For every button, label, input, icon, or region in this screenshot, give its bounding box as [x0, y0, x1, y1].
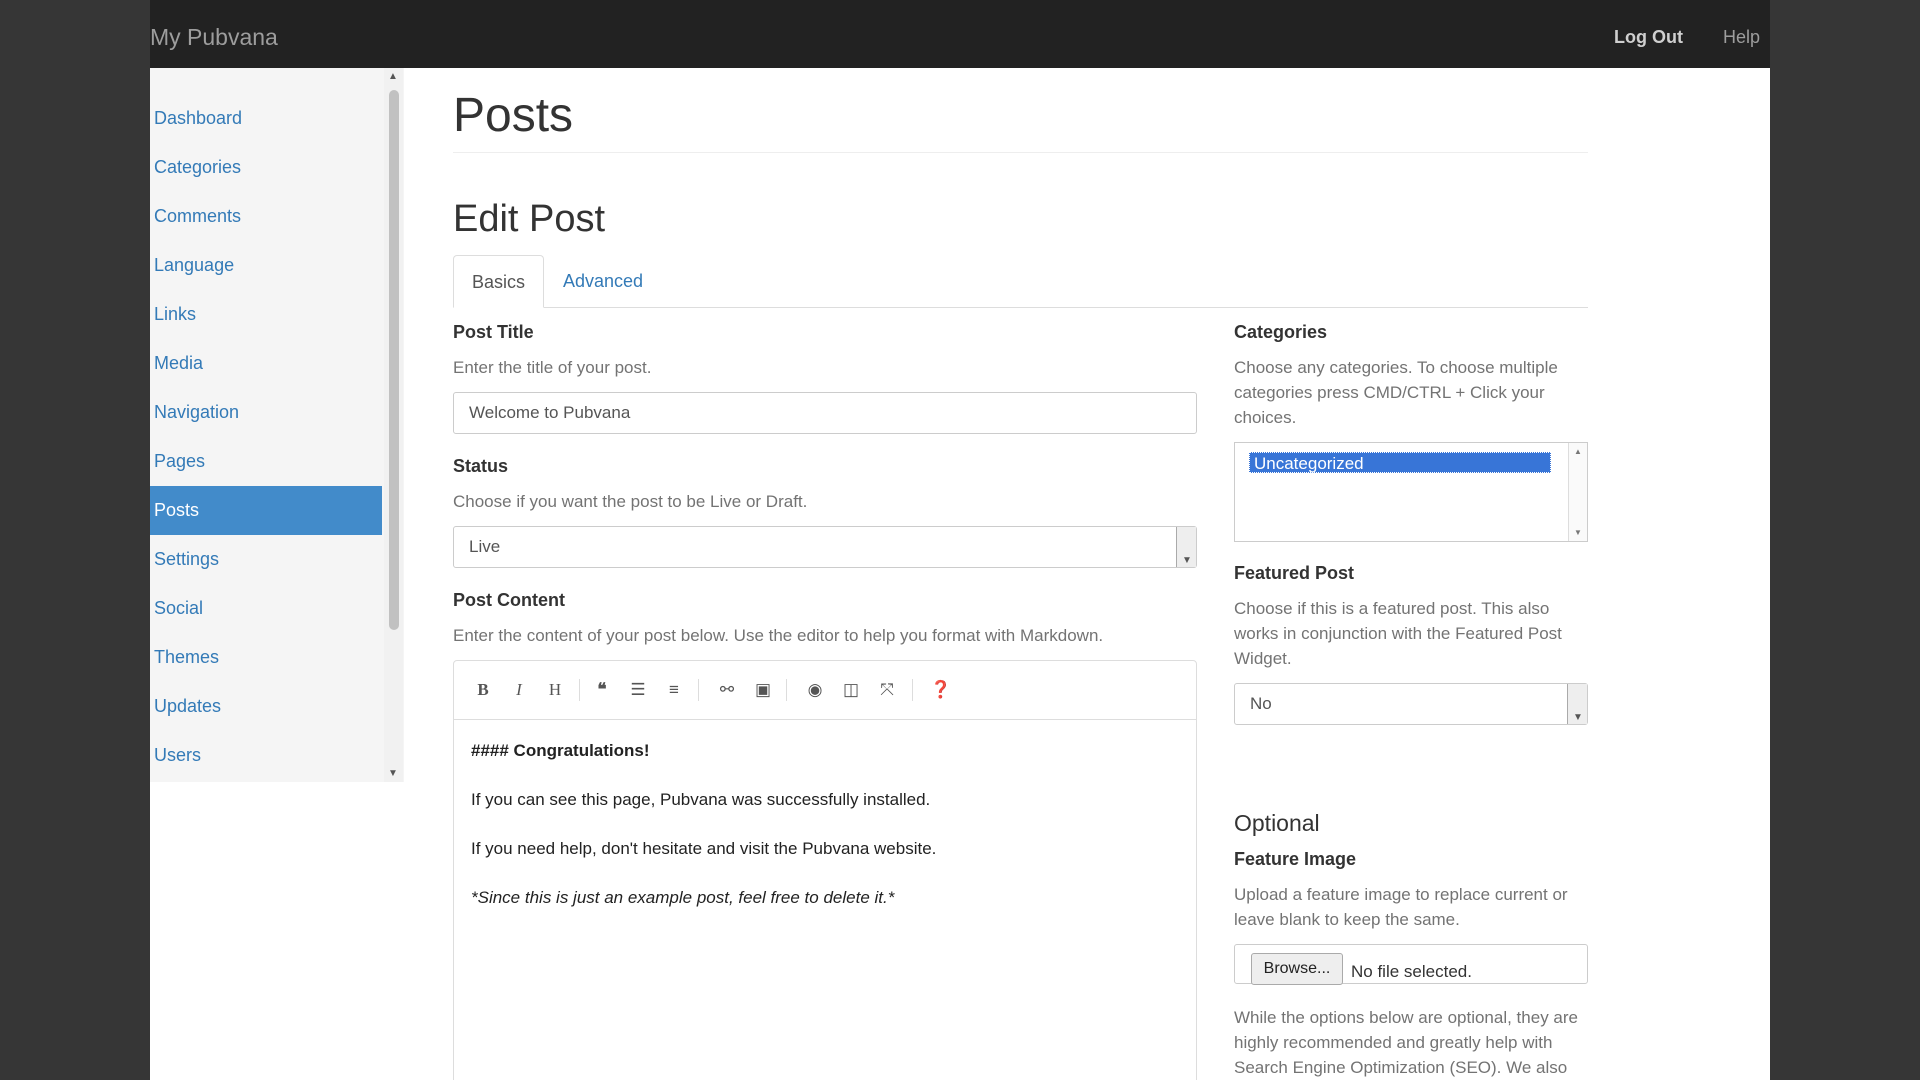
sidebar-item-dashboard[interactable]: Dashboard	[150, 94, 382, 143]
markdown-editor[interactable]: B I H ❝ ☰ ≡ ⚯ ▣ ◉ ◫ ⤧ ❓ #### Congratulat…	[453, 660, 1197, 1080]
quote-icon[interactable]: ❝	[591, 680, 613, 700]
sidebar-item-navigation[interactable]: Navigation	[150, 388, 382, 437]
page-title: Posts	[453, 89, 574, 142]
bold-icon[interactable]: B	[472, 680, 494, 700]
link-icon[interactable]: ⚯	[716, 680, 738, 700]
featured-post-label: Featured Post	[1234, 563, 1355, 583]
optional-heading: Optional	[1234, 810, 1320, 836]
chevron-down-icon: ▼	[1182, 555, 1192, 566]
feature-image-file-input[interactable]: Browse... No file selected.	[1234, 944, 1588, 985]
sidebar-nav: Dashboard Categories Comments Language L…	[150, 94, 382, 780]
category-option[interactable]: Uncategorized	[1249, 452, 1551, 473]
scroll-down-icon[interactable]: ▼	[388, 768, 398, 779]
sidebar-item-settings[interactable]: Settings	[150, 535, 382, 584]
sidebar-item-language[interactable]: Language	[150, 241, 382, 290]
feature-image-help: Upload a feature image to replace curren…	[1234, 885, 1568, 929]
editor-line: If you can see this page, Pubvana was su…	[471, 790, 931, 809]
seo-note: While the options below are optional, th…	[1234, 1008, 1578, 1077]
top-navbar: My Pubvana Log Out Help	[150, 0, 1770, 68]
post-title-label: Post Title	[453, 322, 534, 342]
featured-post-value: No	[1250, 694, 1272, 713]
post-content-label: Post Content	[453, 590, 565, 610]
brand-logo[interactable]: My Pubvana	[150, 24, 278, 51]
editor-line: If you need help, don't hesitate and vis…	[471, 839, 937, 858]
app-window: My Pubvana Log Out Help Dashboard Catego…	[150, 0, 1770, 1080]
featured-post-help: Choose if this is a featured post. This …	[1234, 599, 1562, 668]
post-title-help: Enter the title of your post.	[453, 358, 652, 377]
post-content-help: Enter the content of your post below. Us…	[453, 626, 1104, 645]
help-icon[interactable]: ❓	[930, 680, 952, 700]
browse-button[interactable]: Browse...	[1251, 953, 1343, 985]
editor-body[interactable]: #### Congratulations! If you can see thi…	[454, 720, 1196, 952]
status-label: Status	[453, 456, 509, 476]
listbox-scrollbar[interactable]: ▲ ▼	[1568, 443, 1587, 541]
sidebar-item-links[interactable]: Links	[150, 290, 382, 339]
tab-advanced[interactable]: Advanced	[545, 255, 661, 307]
preview-icon[interactable]: ◉	[804, 680, 826, 700]
scroll-up-icon[interactable]: ▲	[1574, 447, 1582, 456]
ordered-list-icon[interactable]: ≡	[663, 680, 685, 700]
status-select-value: Live	[469, 537, 501, 556]
tab-bar: Basics Advanced	[453, 255, 1588, 308]
feature-image-label: Feature Image	[1234, 849, 1357, 869]
no-file-text: No file selected.	[1351, 962, 1472, 981]
categories-listbox[interactable]: Uncategorized ▲ ▼	[1234, 442, 1588, 542]
featured-post-select[interactable]: No ▼	[1234, 683, 1588, 725]
scroll-down-icon[interactable]: ▼	[1574, 528, 1582, 537]
sidebar-scrollbar[interactable]: ▲ ▼	[384, 68, 403, 782]
sidebar-item-themes[interactable]: Themes	[150, 633, 382, 682]
categories-label: Categories	[1234, 322, 1328, 342]
scroll-up-icon[interactable]: ▲	[388, 71, 398, 82]
editor-line: *Since this is just an example post, fee…	[471, 888, 895, 907]
fullscreen-icon[interactable]: ⤧	[876, 680, 898, 700]
editor-toolbar: B I H ❝ ☰ ≡ ⚯ ▣ ◉ ◫ ⤧ ❓	[454, 661, 1196, 720]
sidebar-item-updates[interactable]: Updates	[150, 682, 382, 731]
italic-icon[interactable]: I	[508, 680, 530, 700]
logout-link[interactable]: Log Out	[1614, 27, 1683, 48]
select-arrow[interactable]: ▼	[1567, 684, 1587, 724]
toolbar-separator	[698, 679, 699, 701]
scrollbar-thumb[interactable]	[389, 90, 399, 630]
sidebar-item-media[interactable]: Media	[150, 339, 382, 388]
help-link[interactable]: Help	[1723, 27, 1760, 48]
divider	[453, 152, 1588, 153]
sidebar-item-posts[interactable]: Posts	[150, 486, 382, 535]
sidebar-item-categories[interactable]: Categories	[150, 143, 382, 192]
sidebar-item-users[interactable]: Users	[150, 731, 382, 780]
status-select[interactable]: Live ▼	[453, 526, 1197, 568]
sidebar-item-comments[interactable]: Comments	[150, 192, 382, 241]
section-title: Edit Post	[453, 198, 606, 240]
categories-help: Choose any categories. To choose multipl…	[1234, 358, 1558, 427]
select-arrow[interactable]: ▼	[1176, 527, 1196, 567]
image-icon[interactable]: ▣	[752, 680, 774, 700]
status-help: Choose if you want the post to be Live o…	[453, 492, 808, 511]
sidebar-item-social[interactable]: Social	[150, 584, 382, 633]
post-title-input[interactable]	[453, 392, 1197, 434]
chevron-down-icon: ▼	[1573, 712, 1583, 723]
unordered-list-icon[interactable]: ☰	[627, 680, 649, 700]
toolbar-separator	[579, 679, 580, 701]
heading-icon[interactable]: H	[544, 680, 566, 700]
side-by-side-icon[interactable]: ◫	[840, 680, 862, 700]
sidebar-item-pages[interactable]: Pages	[150, 437, 382, 486]
sidebar: Dashboard Categories Comments Language L…	[150, 68, 404, 782]
editor-line: #### Congratulations!	[471, 741, 650, 760]
tab-basics[interactable]: Basics	[453, 255, 545, 308]
toolbar-separator	[912, 679, 913, 701]
toolbar-separator	[786, 679, 787, 701]
